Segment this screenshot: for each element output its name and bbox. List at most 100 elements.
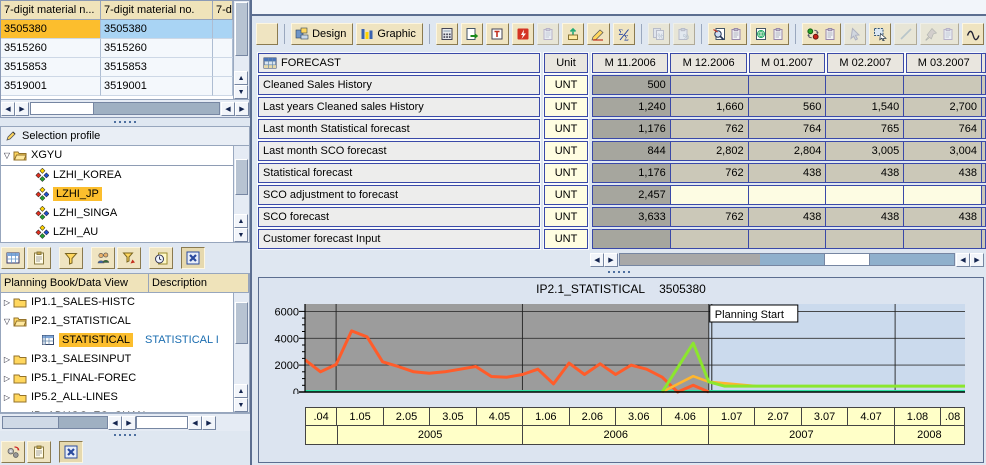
- value-cell[interactable]: [826, 76, 903, 94]
- value-cell[interactable]: 438: [904, 164, 981, 182]
- clipboard-button[interactable]: [27, 441, 51, 463]
- open-folder-button[interactable]: [256, 23, 278, 45]
- value-cell[interactable]: 2,457: [593, 186, 670, 204]
- chevron-right-icon[interactable]: ▷: [1, 374, 13, 383]
- month-column-header[interactable]: M 03.2007: [906, 53, 982, 73]
- selection-tree-vscrollbar[interactable]: ▲ ▼: [233, 146, 249, 242]
- row-label-cell[interactable]: Last years Cleaned sales History: [258, 97, 540, 117]
- table-row[interactable]: 35190013519001: [1, 77, 233, 96]
- assign-users-button[interactable]: [91, 247, 115, 269]
- value-cell[interactable]: 560: [749, 98, 826, 116]
- material-cell[interactable]: 3519001: [101, 77, 213, 96]
- unit-cell[interactable]: UNT: [544, 207, 588, 227]
- value-cell[interactable]: 2,802: [671, 142, 748, 160]
- material-column-header[interactable]: 7-d: [213, 1, 233, 20]
- chevron-down-icon[interactable]: ▽: [1, 412, 13, 413]
- selection-item-label[interactable]: LZHI_KOREA: [53, 169, 121, 181]
- tree-item-planning-book[interactable]: ▷ IP5.1_FINAL-FOREC: [1, 369, 233, 388]
- value-cell[interactable]: 765: [826, 120, 903, 138]
- hscroll-thumb[interactable]: [31, 103, 94, 114]
- tree-item-label[interactable]: IP5.2_ALL-LINES: [31, 391, 118, 403]
- scroll-left-button[interactable]: ◀: [1, 102, 15, 116]
- select-area-button[interactable]: [869, 23, 891, 45]
- tree-item-label[interactable]: IP2.1_STATISTICAL: [31, 315, 131, 327]
- value-cell[interactable]: 1,176: [593, 120, 670, 138]
- row-label-cell[interactable]: Last month SCO forecast: [258, 141, 540, 161]
- material-column-header[interactable]: 7-digit material no.: [101, 1, 213, 20]
- unit-cell[interactable]: UNT: [544, 163, 588, 183]
- material-cell[interactable]: [213, 77, 233, 96]
- filter-assign-button[interactable]: [117, 247, 141, 269]
- value-cell[interactable]: 762: [671, 208, 748, 226]
- refresh-rg-button[interactable]: [802, 23, 841, 45]
- pivot-button[interactable]: [486, 23, 508, 45]
- tree-item[interactable]: LZHI_AU: [1, 223, 233, 242]
- material-cell[interactable]: [213, 58, 233, 77]
- value-cell[interactable]: 844: [593, 142, 670, 160]
- selection-item-label[interactable]: LZHI_AU: [53, 226, 98, 238]
- value-cell[interactable]: 3,633: [593, 208, 670, 226]
- value-cell[interactable]: [593, 230, 670, 248]
- table-row[interactable]: 35152603515260: [1, 39, 233, 58]
- scroll-right-button[interactable]: ▶: [970, 253, 984, 267]
- hscroll-track[interactable]: [2, 416, 108, 429]
- scroll-right-button[interactable]: ▶: [122, 416, 136, 430]
- tree-item-label[interactable]: STATISTICAL: [59, 333, 133, 347]
- unit-column-header[interactable]: Unit: [544, 53, 588, 73]
- value-cell[interactable]: [826, 230, 903, 248]
- material-cell[interactable]: [213, 20, 233, 39]
- capacity-button[interactable]: [562, 23, 584, 45]
- scroll-down-button[interactable]: ▼: [234, 398, 248, 412]
- value-cell[interactable]: 438: [749, 164, 826, 182]
- value-cell[interactable]: 764: [904, 120, 981, 138]
- planning-table-button[interactable]: [1, 247, 25, 269]
- tree-item-label[interactable]: IP5.1_FINAL-FOREC: [31, 372, 136, 384]
- clipboard-button[interactable]: [27, 247, 51, 269]
- tree-node-root[interactable]: ▽XGYU: [1, 146, 233, 166]
- scroll-up-button[interactable]: ▲: [234, 214, 248, 228]
- material-cell[interactable]: 3515260: [101, 39, 213, 58]
- value-cell[interactable]: [671, 186, 748, 204]
- forecast-hscrollbar[interactable]: ◀ ▶ ◀ ▶: [252, 251, 986, 268]
- splitter-handle[interactable]: [0, 431, 250, 439]
- tree-item-label[interactable]: IP1.1_SALES-HISTC: [31, 296, 135, 308]
- value-cell[interactable]: [904, 230, 981, 248]
- material-cell[interactable]: 3505380: [1, 20, 101, 39]
- unit-cell[interactable]: UNT: [544, 75, 588, 95]
- hscroll-track[interactable]: [619, 253, 955, 266]
- calculator-button[interactable]: [436, 23, 458, 45]
- scroll-down-button[interactable]: ▼: [234, 228, 248, 242]
- material-table-vscrollbar[interactable]: ▲ ▼: [233, 1, 249, 99]
- value-cell[interactable]: [749, 186, 826, 204]
- hscroll-track[interactable]: [30, 102, 220, 115]
- graphic-button[interactable]: Graphic: [356, 23, 423, 45]
- value-cell[interactable]: 438: [826, 164, 903, 182]
- tree-item[interactable]: LZHI_JP: [1, 185, 233, 204]
- chevron-right-icon[interactable]: ▷: [1, 355, 13, 364]
- splitter-handle[interactable]: [252, 268, 986, 276]
- value-cell[interactable]: [671, 230, 748, 248]
- unit-cell[interactable]: UNT: [544, 229, 588, 249]
- close-x-button[interactable]: [59, 441, 83, 463]
- vscroll-thumb[interactable]: [235, 159, 248, 195]
- value-cell[interactable]: 762: [671, 120, 748, 138]
- row-label-cell[interactable]: Customer forecast Input: [258, 229, 540, 249]
- tree-item-planning-book[interactable]: ▽IP_ADHOC_FC_CHAN: [1, 407, 233, 413]
- tree-item[interactable]: LZHI_SINGA: [1, 204, 233, 223]
- tree-item-planning-book[interactable]: ▷IP3.1_SALESINPUT: [1, 350, 233, 369]
- hscroll-thumb[interactable]: [58, 417, 107, 428]
- unit-cell[interactable]: UNT: [544, 185, 588, 205]
- tree-item-planning-book[interactable]: ▷IP1.1_SALES-HISTC: [1, 293, 233, 312]
- material-cell[interactable]: 3515853: [1, 58, 101, 77]
- value-cell[interactable]: 1,660: [671, 98, 748, 116]
- export-button[interactable]: [461, 23, 483, 45]
- material-column-header[interactable]: 7-digit material n...: [1, 1, 101, 20]
- tree-item-planning-book[interactable]: ▷IP5.2_ALL-LINES: [1, 388, 233, 407]
- row-label-cell[interactable]: SCO forecast: [258, 207, 540, 227]
- freehand-button[interactable]: [962, 23, 984, 45]
- table-row[interactable]: 35158533515853: [1, 58, 233, 77]
- value-cell[interactable]: 438: [749, 208, 826, 226]
- close-x-button[interactable]: [181, 247, 205, 269]
- vscroll-thumb[interactable]: [235, 2, 248, 56]
- unit-cell[interactable]: UNT: [544, 141, 588, 161]
